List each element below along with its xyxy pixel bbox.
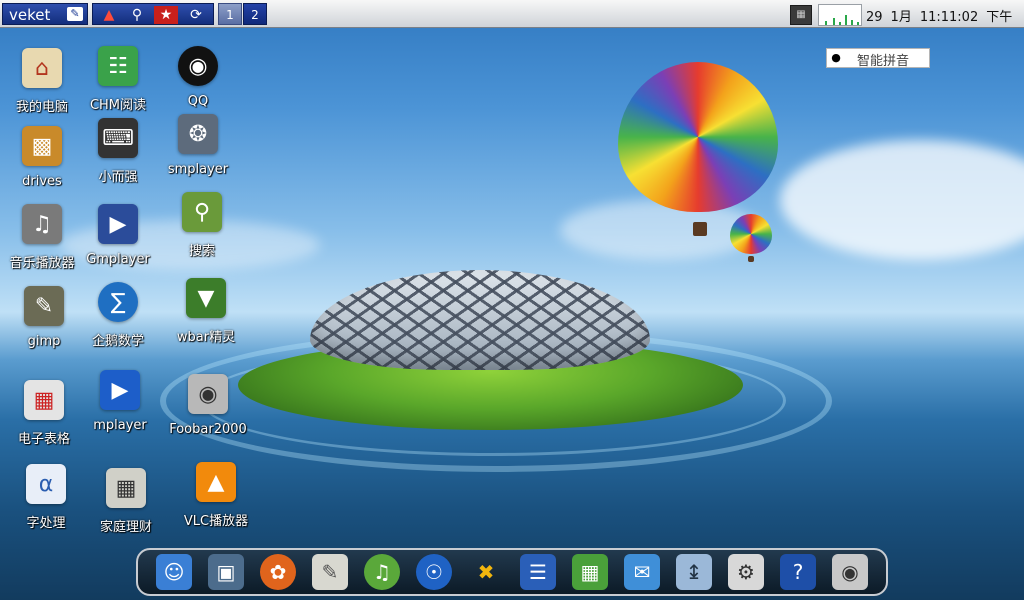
search-icon[interactable]: ⚲ <box>125 6 149 24</box>
birds-nest-stadium <box>310 270 650 370</box>
desktop-icon-foobar2000[interactable]: ◉ Foobar2000 <box>166 374 250 454</box>
drive-box-icon: ▩ <box>22 126 62 166</box>
system-monitor-icon[interactable]: ▦ <box>790 5 812 25</box>
cpu-load-graph <box>818 4 862 26</box>
clock-month: 1月 <box>890 10 912 25</box>
speakers-icon: ◉ <box>188 374 228 414</box>
workspace-2[interactable]: 2 <box>243 3 267 25</box>
music-disc-icon[interactable]: ♫ <box>364 554 400 590</box>
desktop-icon-label: wbar精灵 <box>176 330 236 345</box>
network-icon[interactable]: ▲ <box>97 6 121 24</box>
installer-icon[interactable]: ⚙ <box>728 554 764 590</box>
usb-drive-icon[interactable]: ↨ <box>676 554 712 590</box>
cloud <box>780 140 1024 260</box>
desktop-icon-label: 家庭理财 <box>99 520 152 535</box>
ime-indicator[interactable]: ● 智能拼音 <box>826 48 930 69</box>
globe-icon[interactable]: ☉ <box>416 554 452 590</box>
clock-time: 11:11:02 <box>919 10 979 25</box>
dock-bar: ☺ ▣ ✿ ✎ ♫ ☉ ✖ ☰ ▦ ✉ ↨ ⚙ ? ◉ <box>136 548 888 596</box>
desktop-icon-label: 搜索 <box>188 244 215 259</box>
cpu-bar <box>839 22 841 25</box>
cpu-bar <box>857 22 859 25</box>
cpu-bar <box>845 15 847 25</box>
desktop-icon-chm-reader[interactable]: ☷ CHM阅读 <box>76 46 160 126</box>
chat-icon[interactable]: ✉ <box>624 554 660 590</box>
film-reel-icon: ❂ <box>178 114 218 154</box>
start-menu-button[interactable]: veket ✎ <box>2 3 88 25</box>
remote-icon: ⌨ <box>98 118 138 158</box>
desktop-icon-music-player[interactable]: ♫ 音乐播放器 <box>0 204 84 284</box>
refresh-icon[interactable]: ⟳ <box>184 6 208 24</box>
desktop-icon-gimp[interactable]: ✎ gimp <box>2 286 86 366</box>
app-menu-icon: ✎ <box>67 7 83 21</box>
desktop-icon-label: Foobar2000 <box>169 422 247 437</box>
firefox-icon[interactable]: ✿ <box>260 554 296 590</box>
cpu-bar <box>833 18 835 25</box>
speaker-icon: ♫ <box>22 204 62 244</box>
desktop-icon-vlc[interactable]: ▲ VLC播放器 <box>174 462 258 542</box>
help-shield-icon[interactable]: ? <box>780 554 816 590</box>
quick-launch-bar: ▲ ⚲ ★ ⟳ <box>92 3 214 25</box>
spreadsheet-icon: ▦ <box>24 380 64 420</box>
desktop-icon-my-computer[interactable]: ⌂ 我的电脑 <box>0 48 84 128</box>
wbar-icon: ▼ <box>186 278 226 318</box>
top-panel: veket ✎ ▲ ⚲ ★ ⟳ 1 2 ▦ 29 1月 11:11:02 下午 <box>0 0 1024 28</box>
desktop-icon-gmplayer[interactable]: ▶ Gmplayer <box>76 204 160 284</box>
gimp-icon: ✎ <box>24 286 64 326</box>
desktop-icon-wbar[interactable]: ▼ wbar精灵 <box>164 278 248 358</box>
vlc-cone-icon: ▲ <box>196 462 236 502</box>
text-document-icon[interactable]: ☰ <box>520 554 556 590</box>
workspace-1[interactable]: 1 <box>218 3 242 25</box>
runner-icon[interactable]: ✖ <box>468 554 504 590</box>
desktop-icon-smplayer[interactable]: ❂ smplayer <box>156 114 240 194</box>
cpu-bar <box>851 20 853 25</box>
menu-label: veket <box>9 6 51 24</box>
cpu-bar <box>825 21 827 25</box>
hot-air-balloon <box>618 62 778 212</box>
word-processor-icon: α <box>26 464 66 504</box>
desktop-icon-label: VLC播放器 <box>183 514 249 529</box>
clock-period: 下午 <box>986 10 1013 25</box>
home-icon: ⌂ <box>22 48 62 88</box>
spreadsheet-icon[interactable]: ▦ <box>572 554 608 590</box>
clock[interactable]: 29 1月 11:11:02 下午 <box>866 6 1020 25</box>
finder-icon[interactable]: ☺ <box>156 554 192 590</box>
search-monitor-icon: ⚲ <box>182 192 222 232</box>
monitor-icon[interactable]: ▣ <box>208 554 244 590</box>
desktop-icon-penguin-math[interactable]: ∑ 企鹅数学 <box>76 282 160 362</box>
hot-air-balloon-small <box>730 214 772 254</box>
ime-label: 智能拼音 <box>857 54 910 69</box>
balloon-basket <box>748 256 754 262</box>
qq-penguin-icon: ◉ <box>178 46 218 86</box>
desktop-icon-mplayer[interactable]: ▶ mplayer <box>78 370 162 450</box>
desktop-icon-home-finance[interactable]: ▦ 家庭理财 <box>84 468 168 548</box>
penguin-icon: ● <box>831 51 841 64</box>
document-icon[interactable]: ✎ <box>312 554 348 590</box>
clapper-blue-icon: ▶ <box>100 370 140 410</box>
books-icon: ☷ <box>98 46 138 86</box>
desktop-icon-label: smplayer <box>167 162 229 177</box>
desktop-icon-label: QQ <box>187 94 209 109</box>
penguin-math-icon: ∑ <box>98 282 138 322</box>
workspace-switcher: 1 2 <box>218 3 268 25</box>
camera-icon[interactable]: ◉ <box>832 554 868 590</box>
clapper-icon: ▶ <box>98 204 138 244</box>
desktop-icon-xiaoerqiang[interactable]: ⌨ 小而强 <box>76 118 160 198</box>
clock-day: 29 <box>866 10 883 25</box>
calculator-icon: ▦ <box>106 468 146 508</box>
balloon-basket <box>693 222 707 236</box>
flag-icon[interactable]: ★ <box>154 6 178 24</box>
desktop-icon-search[interactable]: ⚲ 搜索 <box>160 192 244 272</box>
